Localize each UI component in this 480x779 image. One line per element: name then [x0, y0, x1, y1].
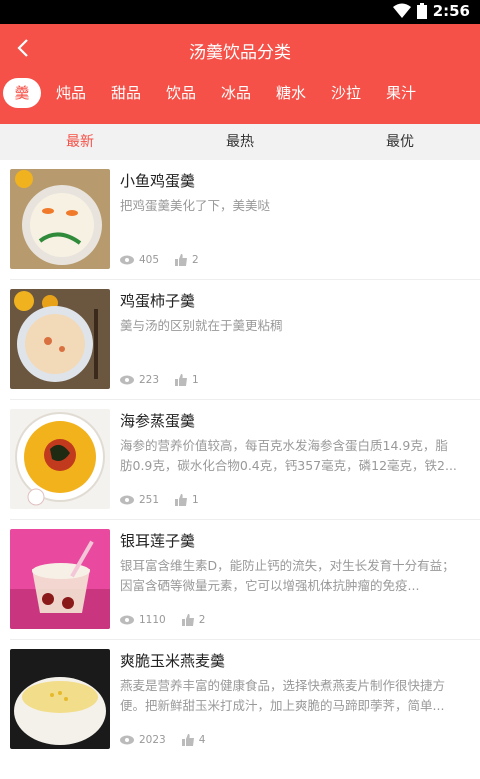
like-count: 1 — [192, 494, 199, 506]
like-count: 2 — [192, 254, 199, 266]
view-count: 405 — [139, 254, 160, 266]
wifi-icon — [392, 3, 411, 18]
list-item[interactable]: 爽脆玉米燕麦羹 燕麦是营养丰富的健康食品，选择快煮燕麦片制作很快捷方便。把新鲜甜… — [0, 640, 480, 760]
like-count: 1 — [192, 374, 199, 386]
category-tab-6[interactable]: 沙拉 — [329, 78, 363, 108]
thumbs-up-icon — [181, 614, 194, 626]
recipe-thumbnail — [10, 649, 110, 749]
thumbs-up-icon — [175, 254, 188, 266]
category-tab-0[interactable]: 羹 — [3, 78, 41, 108]
category-tab-5[interactable]: 糖水 — [274, 78, 308, 108]
sort-tab-newest[interactable]: 最新 — [40, 124, 120, 160]
status-bar: 2:56 — [0, 0, 480, 24]
recipe-description: 把鸡蛋羹美化了下，美美哒 — [120, 198, 271, 213]
page-title: 汤羹饮品分类 — [189, 43, 291, 63]
recipe-description: 燕麦是营养丰富的健康食品，选择快煮燕麦片制作很快捷方便。把新鲜甜玉米打成汁，加上… — [120, 678, 446, 713]
recipe-thumbnail — [10, 169, 110, 269]
view-count: 223 — [139, 374, 160, 386]
recipe-thumbnail — [10, 289, 110, 389]
category-tab-2[interactable]: 甜品 — [109, 78, 143, 108]
list-item[interactable]: 小鱼鸡蛋羹 把鸡蛋羹美化了下，美美哒 405 2 — [0, 160, 480, 280]
like-count: 4 — [198, 734, 206, 746]
eye-icon — [120, 375, 134, 385]
category-tab-7[interactable]: 果汁 — [384, 78, 418, 108]
category-tabs: 羹 炖品 甜品 饮品 冰品 糖水 沙拉 果汁 — [0, 76, 480, 112]
sort-tab-hottest[interactable]: 最热 — [200, 124, 280, 160]
category-tab-3[interactable]: 饮品 — [164, 78, 198, 108]
eye-icon — [120, 255, 134, 265]
recipe-description: 银耳富含维生素D，能防止钙的流失，对生长发育十分有益；因富含硒等微量元素，它可以… — [120, 558, 455, 593]
thumbs-up-icon — [175, 374, 188, 386]
thumbs-up-icon — [175, 494, 188, 506]
recipe-stats: 251 1 — [120, 494, 215, 506]
recipe-stats: 223 1 — [120, 374, 215, 386]
thumbs-up-icon — [181, 734, 194, 746]
view-count: 1110 — [139, 614, 166, 626]
recipe-stats: 2023 4 — [120, 734, 221, 746]
category-tab-1[interactable]: 炖品 — [54, 78, 88, 108]
sort-tabs: 最新 最热 最优 — [0, 124, 480, 160]
recipe-title: 海参蒸蛋羹 — [120, 412, 196, 430]
list-item[interactable]: 鸡蛋柿子羹 羹与汤的区别就在于羹更粘稠 223 1 — [0, 280, 480, 400]
recipe-stats: 1110 2 — [120, 614, 221, 626]
status-time: 2:56 — [432, 2, 470, 20]
sort-tab-best[interactable]: 最优 — [360, 124, 440, 160]
eye-icon — [120, 495, 134, 505]
recipe-title: 鸡蛋柿子羹 — [120, 292, 196, 310]
recipe-thumbnail — [10, 409, 110, 509]
eye-icon — [120, 615, 134, 625]
recipe-description: 羹与汤的区别就在于羹更粘稠 — [120, 318, 283, 333]
header-bar: 汤羹饮品分类 羹 炖品 甜品 饮品 冰品 糖水 沙拉 果汁 — [0, 24, 480, 124]
battery-icon — [416, 3, 427, 19]
recipe-title: 爽脆玉米燕麦羹 — [120, 652, 226, 670]
recipe-title: 小鱼鸡蛋羹 — [120, 172, 196, 190]
list-item[interactable]: 海参蒸蛋羹 海参的营养价值较高，每百克水发海参含蛋白质14.9克，脂肪0.9克，… — [0, 400, 480, 520]
category-tab-4[interactable]: 冰品 — [219, 78, 253, 108]
list-item[interactable]: 银耳莲子羹 银耳富含维生素D，能防止钙的流失，对生长发育十分有益；因富含硒等微量… — [0, 520, 480, 640]
view-count: 251 — [139, 494, 160, 506]
recipe-stats: 405 2 — [120, 254, 215, 266]
eye-icon — [120, 735, 134, 745]
recipe-title: 银耳莲子羹 — [120, 532, 196, 550]
like-count: 2 — [198, 614, 206, 626]
recipe-description: 海参的营养价值较高，每百克水发海参含蛋白质14.9克，脂肪0.9克，碳水化合物0… — [120, 438, 457, 473]
view-count: 2023 — [139, 734, 166, 746]
recipe-thumbnail — [10, 529, 110, 629]
